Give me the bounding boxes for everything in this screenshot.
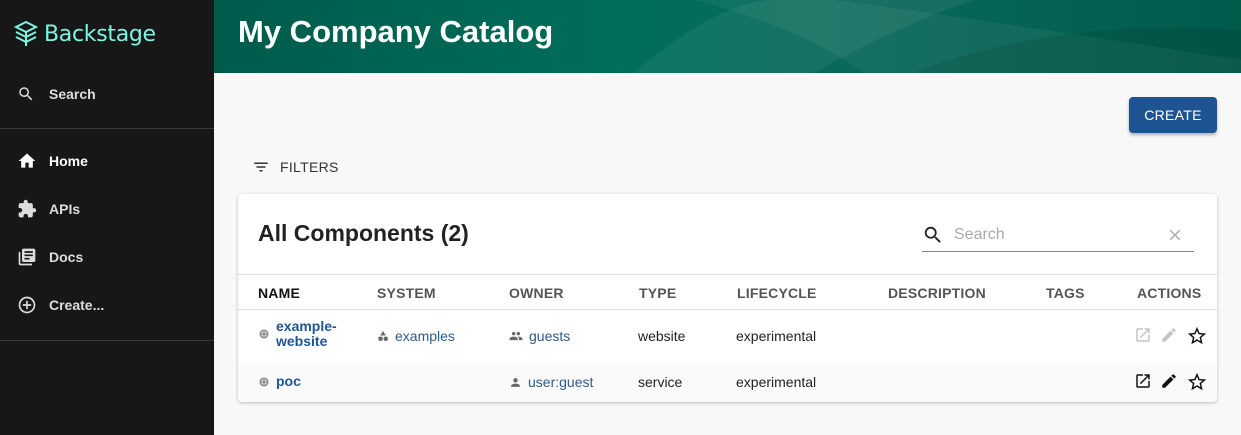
owner-cell: user:guest	[509, 374, 593, 390]
owner-link[interactable]: guests	[529, 328, 570, 344]
owner-cell: guests	[509, 328, 570, 344]
system-link[interactable]: examples	[395, 328, 455, 344]
edit-icon[interactable]	[1160, 326, 1178, 344]
sidebar-item-label: Docs	[49, 249, 84, 265]
sidebar-item-create[interactable]: Create...	[0, 283, 214, 327]
add-circle-icon	[18, 296, 36, 314]
component-icon	[259, 329, 269, 339]
lifecycle-cell: experimental	[736, 328, 817, 344]
person-icon	[511, 377, 520, 387]
home-icon	[18, 153, 36, 168]
type-cell: service	[638, 374, 683, 390]
open-in-new-icon[interactable]	[1134, 372, 1152, 390]
table-divider	[238, 274, 1217, 275]
component-name-line: example-	[276, 318, 337, 334]
filters-button[interactable]: FILTERS	[252, 158, 339, 176]
component-icon	[259, 377, 269, 386]
column-header-actions: ACTIONS	[1137, 285, 1202, 301]
name-cell: poc	[258, 374, 301, 389]
column-header-description[interactable]: DESCRIPTION	[888, 285, 986, 301]
page-title: My Company Catalog	[238, 14, 554, 49]
column-header-system[interactable]: SYSTEM	[377, 285, 436, 301]
lifecycle-cell: experimental	[736, 374, 817, 390]
search-input[interactable]	[954, 225, 1164, 244]
component-name-line: website	[276, 333, 328, 349]
column-header-type[interactable]: TYPE	[639, 285, 676, 301]
column-header-tags[interactable]: TAGS	[1046, 285, 1085, 301]
table-row: example- website examples guests website…	[238, 310, 1217, 361]
column-header-owner[interactable]: OWNER	[509, 285, 564, 301]
edit-icon[interactable]	[1160, 372, 1178, 390]
type-cell: website	[638, 328, 686, 344]
component-name-link[interactable]: poc	[276, 374, 301, 389]
filter-list-icon	[254, 162, 268, 172]
backstage-logo-icon	[14, 20, 38, 46]
sidebar-item-label: Home	[49, 153, 88, 169]
column-header-lifecycle[interactable]: LIFECYCLE	[737, 285, 817, 301]
sidebar-item-home[interactable]: Home	[0, 139, 214, 183]
sidebar-search-label: Search	[49, 86, 96, 102]
sidebar-divider	[0, 128, 214, 129]
sidebar-item-docs[interactable]: Docs	[0, 235, 214, 279]
sidebar-item-label: APIs	[49, 201, 81, 217]
sidebar-search[interactable]: Search	[0, 76, 214, 112]
library-icon	[18, 248, 36, 266]
table-search	[922, 218, 1194, 252]
sidebar-item-label: Create...	[49, 297, 105, 313]
sidebar-item-apis[interactable]: APIs	[0, 187, 214, 231]
backstage-logo[interactable]: Backstage	[14, 20, 156, 48]
category-icon	[378, 331, 388, 341]
puzzle-icon	[18, 199, 37, 218]
star-icon[interactable]	[1186, 371, 1208, 393]
open-in-new-icon[interactable]	[1134, 326, 1152, 344]
sidebar-divider	[0, 340, 214, 341]
create-button[interactable]: CREATE	[1129, 97, 1217, 133]
logo-text: Backstage	[44, 21, 156, 47]
system-cell: examples	[377, 328, 455, 344]
close-icon[interactable]	[1166, 226, 1184, 244]
star-icon[interactable]	[1186, 325, 1208, 347]
search-icon	[924, 226, 941, 243]
filters-label: FILTERS	[280, 159, 339, 175]
column-header-name[interactable]: NAME	[258, 285, 300, 301]
search-icon	[19, 87, 33, 101]
name-cell: example- website	[258, 319, 337, 349]
page-header: My Company Catalog	[214, 0, 1241, 73]
table-title: All Components (2)	[258, 220, 469, 246]
sidebar: Backstage Search Home APIs Docs Create..…	[0, 0, 214, 435]
component-name-link[interactable]: example- website	[276, 319, 337, 349]
owner-link[interactable]: user:guest	[528, 374, 593, 390]
group-icon	[509, 331, 523, 341]
components-table-card: All Components (2) NAME SYSTEM OWNER TYP…	[238, 194, 1217, 402]
table-row: poc user:guest service experimental	[238, 361, 1217, 402]
